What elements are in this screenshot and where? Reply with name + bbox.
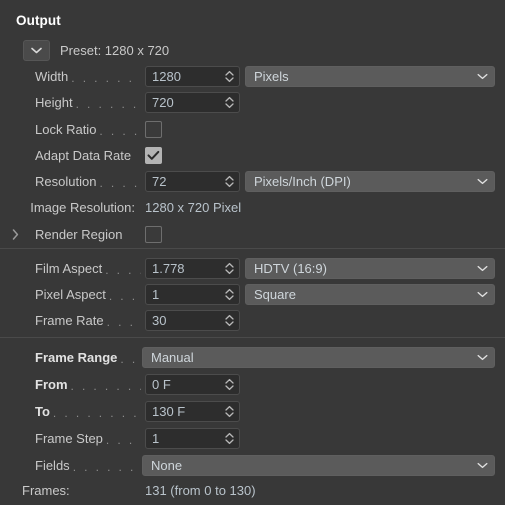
pixel-aspect-input[interactable]: 1 (145, 284, 240, 305)
chevron-down-icon (470, 462, 494, 469)
chevron-down-icon (470, 354, 494, 361)
row-height: Height . . . . . . . . 720 (0, 89, 505, 115)
lock-ratio-checkbox[interactable] (145, 121, 162, 138)
row-frames-summary: Frames: 131 (from 0 to 130) (0, 478, 505, 504)
chevron-right-icon (12, 228, 19, 240)
check-icon (147, 150, 160, 161)
row-pixel-aspect: Pixel Aspect . . . 1 Square (0, 281, 505, 307)
output-settings-panel: Output Preset: 1280 x 720 Width . . . . … (0, 0, 505, 505)
chevron-down-icon (31, 47, 42, 54)
resolution-stepper[interactable] (219, 172, 239, 191)
frame-step-label: Frame Step . . . . (35, 430, 141, 447)
row-resolution: Resolution . . . . 72 Pixels/Inch (DPI) (0, 168, 505, 194)
row-to: To . . . . . . . . . . . 130 F (0, 398, 505, 424)
render-region-expand-button[interactable] (8, 225, 22, 243)
row-adapt-data-rate: Adapt Data Rate (0, 142, 505, 168)
to-input[interactable]: 130 F (145, 401, 240, 422)
width-label: Width . . . . . . . . . (35, 68, 141, 85)
section-divider-frame-range (0, 337, 505, 338)
fields-dropdown[interactable]: None (142, 455, 495, 476)
film-aspect-stepper[interactable] (219, 259, 239, 278)
to-stepper[interactable] (219, 402, 239, 421)
pixel-aspect-label: Pixel Aspect . . . (35, 286, 138, 303)
frame-range-dropdown[interactable]: Manual (142, 347, 495, 368)
row-frame-range: Frame Range . . Manual (0, 344, 505, 370)
frame-rate-stepper[interactable] (219, 311, 239, 330)
pixel-aspect-preset-dropdown[interactable]: Square (245, 284, 495, 305)
to-label: To . . . . . . . . . . . (35, 403, 141, 420)
width-input[interactable]: 1280 (145, 66, 240, 87)
width-stepper[interactable] (219, 67, 239, 86)
chevron-down-icon (470, 265, 494, 272)
chevron-down-icon (470, 178, 494, 185)
render-region-checkbox[interactable] (145, 226, 162, 243)
chevron-down-icon (470, 291, 494, 298)
from-stepper[interactable] (219, 375, 239, 394)
resolution-label: Resolution . . . . (35, 173, 140, 190)
section-divider-aspect (0, 248, 505, 249)
row-film-aspect: Film Aspect . . . . 1.778 HDTV (16:9) (0, 255, 505, 281)
row-fields: Fields . . . . . . . . . None (0, 452, 505, 478)
film-aspect-preset-dropdown[interactable]: HDTV (16:9) (245, 258, 495, 279)
preset-label: Preset: 1280 x 720 (60, 43, 170, 58)
film-aspect-label: Film Aspect . . . . (35, 260, 141, 277)
row-image-resolution: Image Resolution: 1280 x 720 Pixel (0, 195, 505, 221)
width-unit-dropdown[interactable]: Pixels (245, 66, 495, 87)
from-input[interactable]: 0 F (145, 374, 240, 395)
adapt-data-rate-label: Adapt Data Rate (35, 147, 132, 163)
row-frame-rate: Frame Rate . . . . 30 (0, 307, 505, 333)
preset-collapse-button[interactable] (23, 40, 50, 61)
adapt-data-rate-checkbox[interactable] (145, 147, 162, 164)
lock-ratio-label: Lock Ratio . . . . (35, 121, 140, 138)
page-title: Output (16, 13, 61, 28)
row-from: From . . . . . . . . . 0 F (0, 371, 505, 397)
height-label: Height . . . . . . . . (35, 94, 141, 111)
row-render-region: Render Region (0, 221, 505, 247)
height-stepper[interactable] (219, 93, 239, 112)
from-label: From . . . . . . . . . (35, 376, 141, 393)
render-region-label: Render Region (35, 226, 123, 242)
row-frame-step: Frame Step . . . . 1 (0, 425, 505, 451)
row-width: Width . . . . . . . . . 1280 Pixels (0, 63, 505, 89)
height-input[interactable]: 720 (145, 92, 240, 113)
frames-summary-value: 131 (from 0 to 130) (145, 483, 256, 498)
resolution-input[interactable]: 72 (145, 171, 240, 192)
resolution-unit-dropdown[interactable]: Pixels/Inch (DPI) (245, 171, 495, 192)
frame-rate-input[interactable]: 30 (145, 310, 240, 331)
image-resolution-value: 1280 x 720 Pixel (145, 200, 242, 215)
frame-step-input[interactable]: 1 (145, 428, 240, 449)
image-resolution-label: Image Resolution: (30, 200, 135, 215)
film-aspect-input[interactable]: 1.778 (145, 258, 240, 279)
frame-step-stepper[interactable] (219, 429, 239, 448)
chevron-down-icon (470, 73, 494, 80)
frames-summary-label: Frames: (22, 483, 70, 498)
frame-rate-label: Frame Rate . . . . (35, 312, 141, 329)
frame-range-label: Frame Range . . (35, 349, 138, 366)
fields-label: Fields . . . . . . . . . (35, 457, 141, 474)
pixel-aspect-stepper[interactable] (219, 285, 239, 304)
row-lock-ratio: Lock Ratio . . . . (0, 116, 505, 142)
